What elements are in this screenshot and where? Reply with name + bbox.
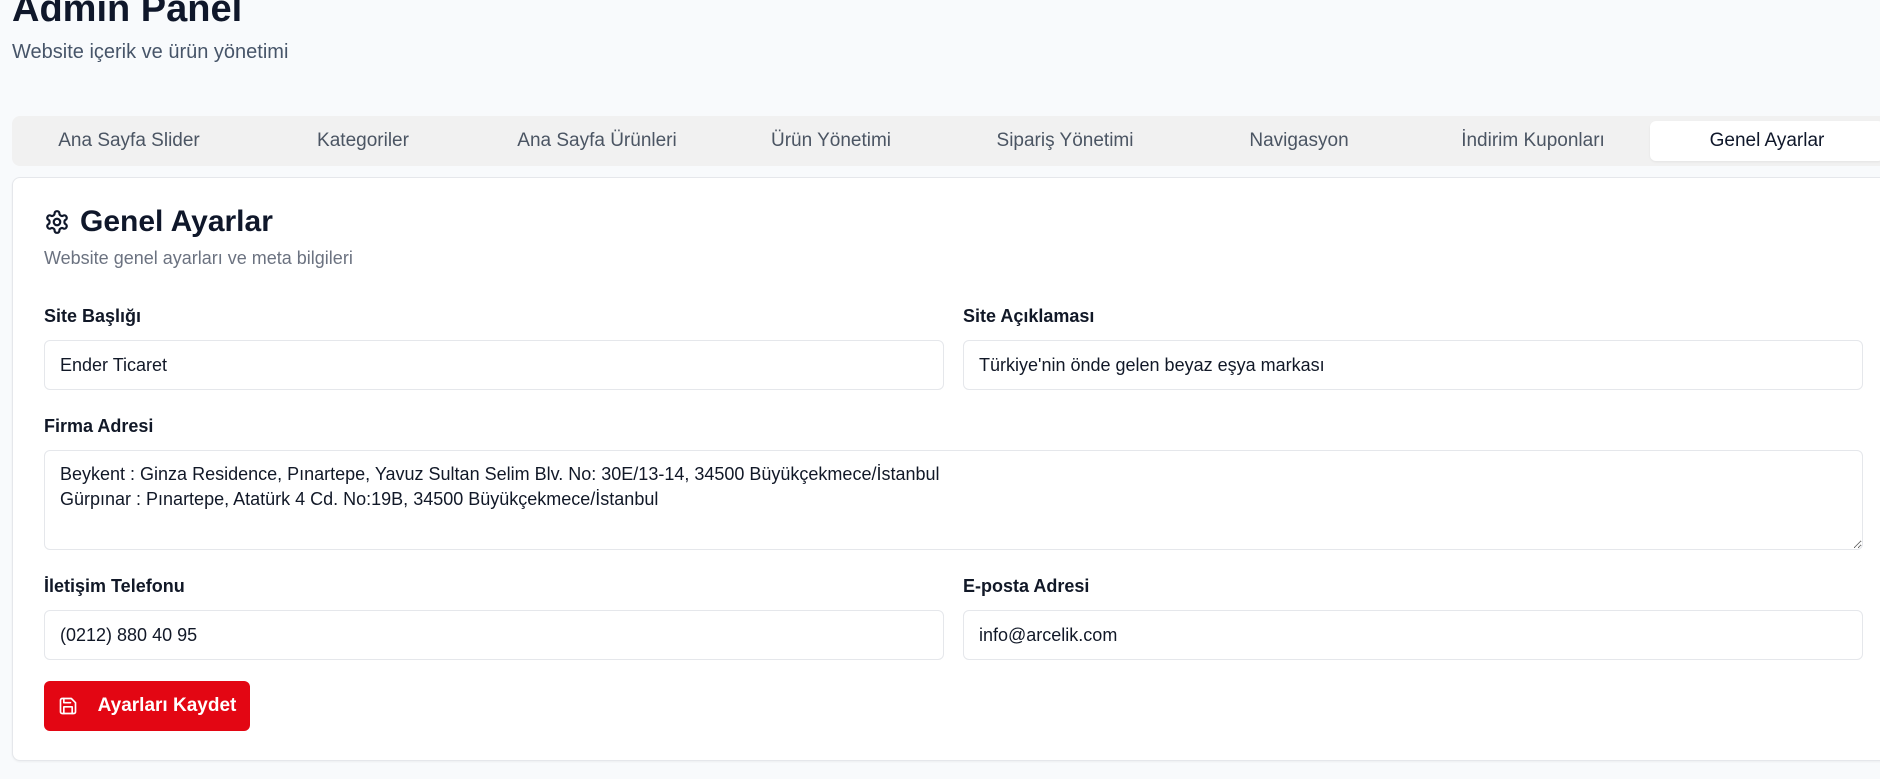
- phone-label: İletişim Telefonu: [44, 576, 185, 596]
- email-label: E-posta Adresi: [963, 576, 1090, 596]
- tab-general-settings[interactable]: Genel Ayarlar: [1650, 121, 1880, 161]
- site-description-label: Site Açıklaması: [963, 306, 1095, 326]
- card-header: Genel Ayarlar Website genel ayarları ve …: [44, 204, 353, 269]
- tab-categories[interactable]: Kategoriler: [246, 121, 480, 161]
- site-title-input[interactable]: [44, 340, 944, 390]
- tab-order-management[interactable]: Sipariş Yönetimi: [948, 121, 1182, 161]
- card-title-row: Genel Ayarlar: [44, 204, 353, 240]
- tab-home-products[interactable]: Ana Sayfa Ürünleri: [480, 121, 714, 161]
- phone-input[interactable]: [44, 610, 944, 660]
- site-description-input[interactable]: [963, 340, 1863, 390]
- tab-home-slider[interactable]: Ana Sayfa Slider: [12, 121, 246, 161]
- save-icon: [59, 697, 76, 715]
- tab-bar: Ana Sayfa Slider Kategoriler Ana Sayfa Ü…: [12, 116, 1880, 166]
- card-description: Website genel ayarları ve meta bilgileri: [44, 248, 353, 268]
- tab-discount-coupons[interactable]: İndirim Kuponları: [1416, 121, 1650, 161]
- company-address-label: Firma Adresi: [44, 416, 154, 436]
- site-title-label: Site Başlığı: [44, 306, 142, 326]
- email-input[interactable]: [963, 610, 1863, 660]
- page-title: Admin Panel: [12, 0, 243, 30]
- tab-navigation[interactable]: Navigasyon: [1182, 121, 1416, 161]
- page-subtitle: Website içerik ve ürün yönetimi: [12, 41, 289, 63]
- tab-product-management[interactable]: Ürün Yönetimi: [714, 121, 948, 161]
- general-settings-card: Genel Ayarlar Website genel ayarları ve …: [12, 177, 1880, 761]
- page-header: Admin Panel Website içerik ve ürün yönet…: [12, 0, 288, 66]
- gear-icon: [46, 210, 68, 234]
- save-settings-button[interactable]: Ayarları Kaydet: [44, 681, 250, 731]
- save-button-label: Ayarları Kaydet: [97, 695, 237, 716]
- card-title: Genel Ayarlar: [80, 205, 273, 238]
- company-address-textarea[interactable]: Beykent : Ginza Residence, Pınartepe, Ya…: [44, 450, 1863, 550]
